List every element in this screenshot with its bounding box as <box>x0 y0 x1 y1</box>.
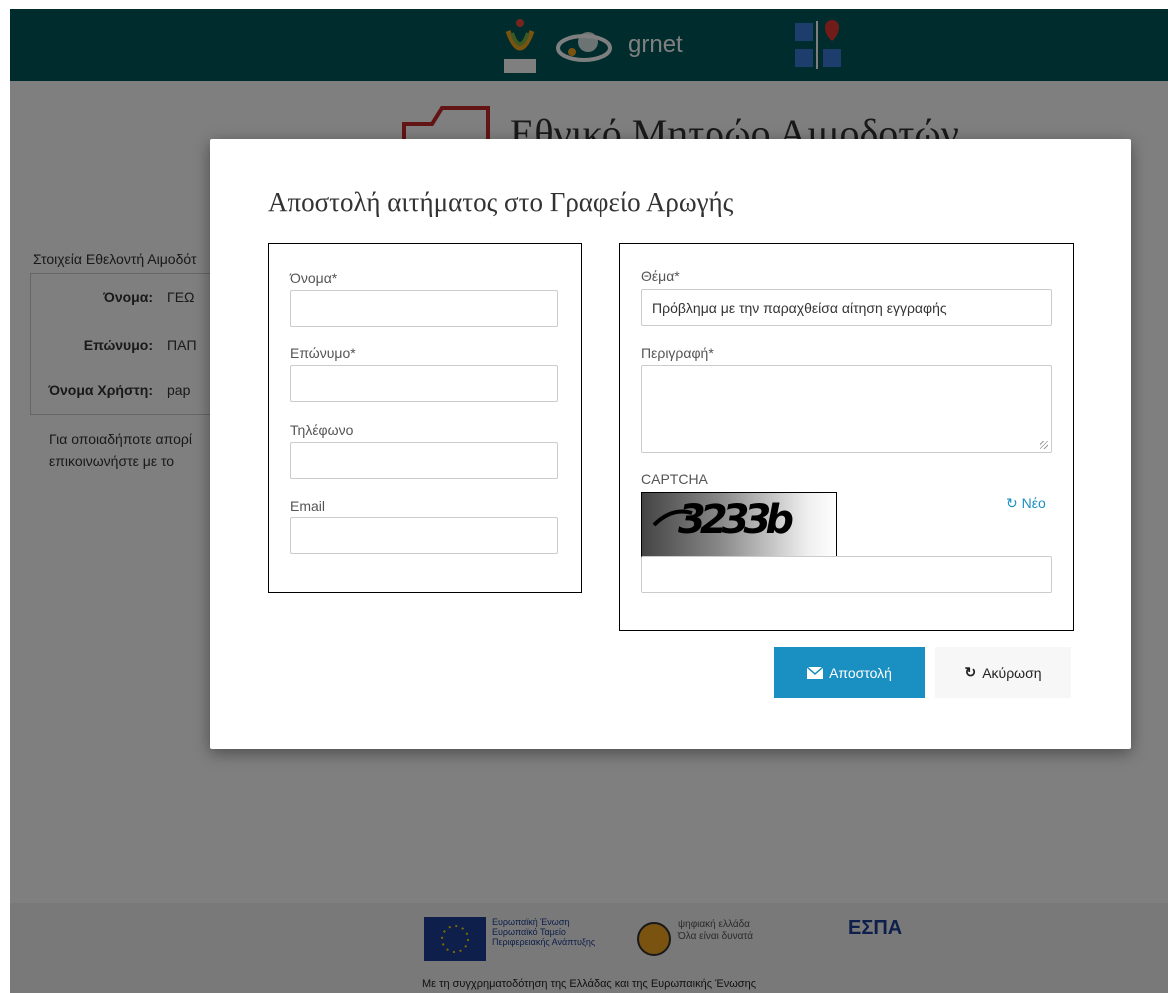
phone-input[interactable] <box>290 442 558 479</box>
send-button-label: Αποστολή <box>829 664 892 681</box>
refresh-icon: ↻ <box>1006 495 1018 511</box>
captcha-image: 3233b <box>641 492 837 558</box>
cancel-button-label: Ακύρωση <box>982 664 1042 681</box>
cancel-button[interactable]: ↻ Ακύρωση <box>935 647 1071 698</box>
modal-title: Αποστολή αιτήματος στο Γραφείο Αρωγής <box>268 187 734 217</box>
send-button[interactable]: Αποστολή <box>774 647 925 698</box>
helpdesk-request-modal: Αποστολή αιτήματος στο Γραφείο Αρωγής Όν… <box>210 139 1131 749</box>
subject-label: Θέμα* <box>641 268 680 284</box>
captcha-text: 3233b <box>678 497 794 543</box>
refresh-icon: ↻ <box>964 664 977 680</box>
description-label: Περιγραφή* <box>641 345 714 361</box>
first-name-input[interactable] <box>290 290 558 327</box>
phone-label: Τηλέφωνο <box>290 422 354 438</box>
captcha-label: CAPTCHA <box>641 471 708 487</box>
resize-grip-icon[interactable] <box>1040 441 1048 449</box>
envelope-icon <box>807 666 824 679</box>
captcha-refresh-link[interactable]: ↻ Νέο <box>1006 495 1046 512</box>
email-label: Email <box>290 498 326 514</box>
captcha-input[interactable] <box>641 556 1052 593</box>
last-name-input[interactable] <box>290 365 558 402</box>
captcha-refresh-label: Νέο <box>1021 495 1046 511</box>
description-textarea[interactable] <box>641 365 1052 453</box>
email-input[interactable] <box>290 517 558 554</box>
subject-input[interactable] <box>641 289 1052 326</box>
first-name-label: Όνομα* <box>290 270 338 286</box>
last-name-label: Επώνυμο* <box>290 345 356 361</box>
